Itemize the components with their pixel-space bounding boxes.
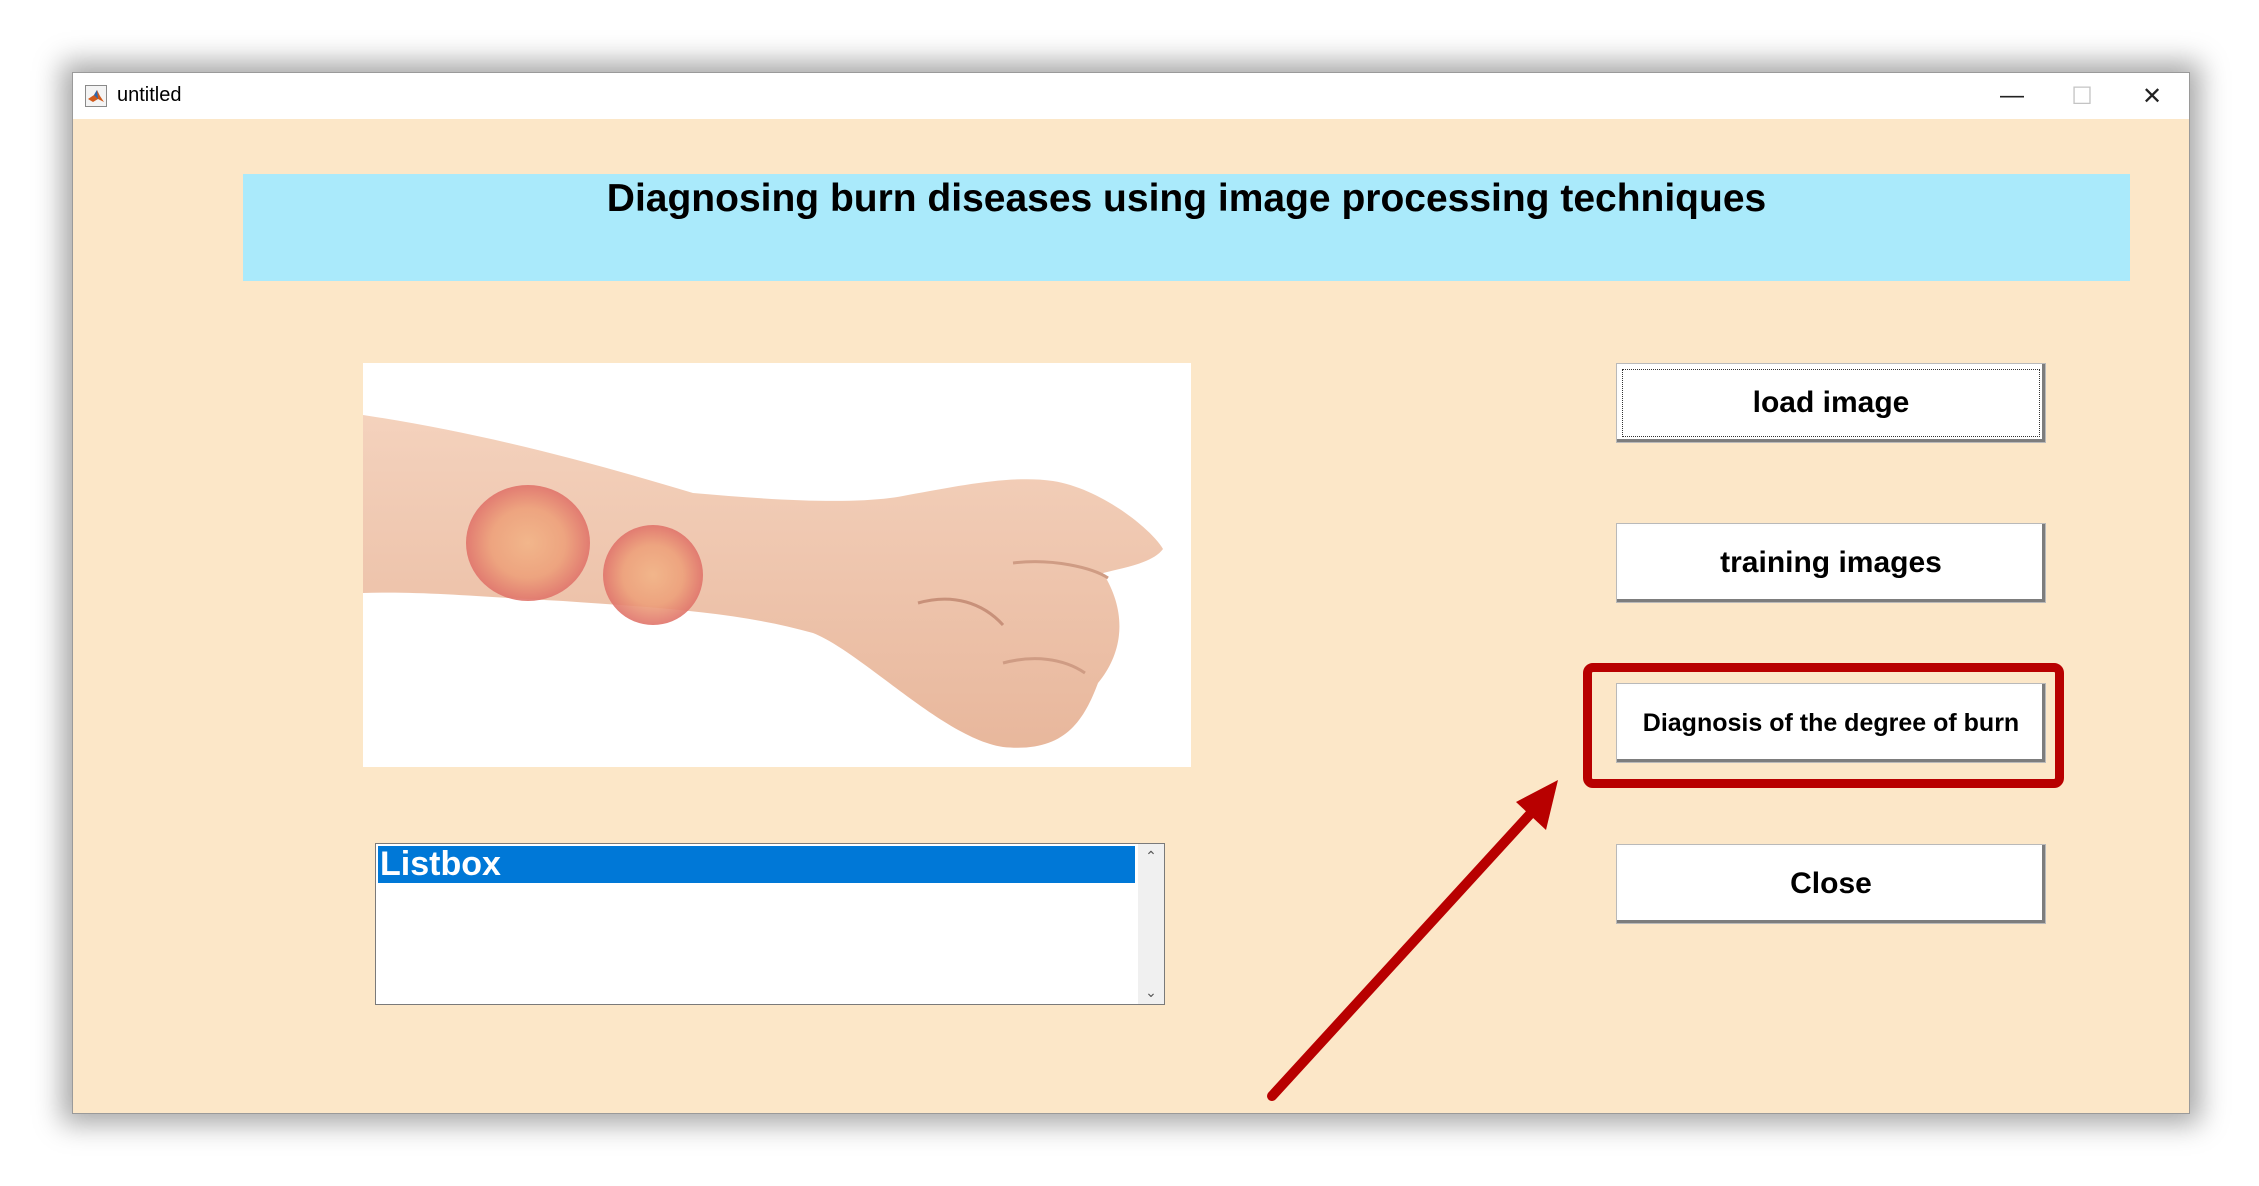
window-title: untitled <box>117 84 182 106</box>
matlab-icon <box>85 85 107 107</box>
close-button[interactable]: Close <box>1616 844 2046 924</box>
burn-image-axes <box>363 363 1191 767</box>
screenshot-stage: untitled — ☐ ✕ Diagnosing burn diseases … <box>0 0 2259 1186</box>
highlight-box <box>1583 663 2064 788</box>
title-bar[interactable]: untitled — ☐ ✕ <box>73 73 2189 119</box>
burned-arm-photo <box>363 415 1163 748</box>
window-close-button[interactable]: ✕ <box>2117 73 2187 119</box>
load-image-button[interactable]: load image <box>1616 363 2046 443</box>
listbox-scrollbar[interactable]: ⌃ ⌄ <box>1138 844 1164 1004</box>
list-item[interactable]: Listbox <box>378 846 1135 883</box>
minimize-button[interactable]: — <box>1977 73 2047 119</box>
app-window: untitled — ☐ ✕ Diagnosing burn diseases … <box>72 72 2190 1114</box>
scroll-up-icon[interactable]: ⌃ <box>1138 844 1164 868</box>
training-images-button[interactable]: training images <box>1616 523 2046 603</box>
listbox[interactable]: Listbox ⌃ ⌄ <box>375 843 1165 1005</box>
maximize-button[interactable]: ☐ <box>2047 73 2117 119</box>
scroll-down-icon[interactable]: ⌄ <box>1138 980 1164 1004</box>
title-banner: Diagnosing burn diseases using image pro… <box>243 174 2130 281</box>
page-title: Diagnosing burn diseases using image pro… <box>606 177 1767 220</box>
